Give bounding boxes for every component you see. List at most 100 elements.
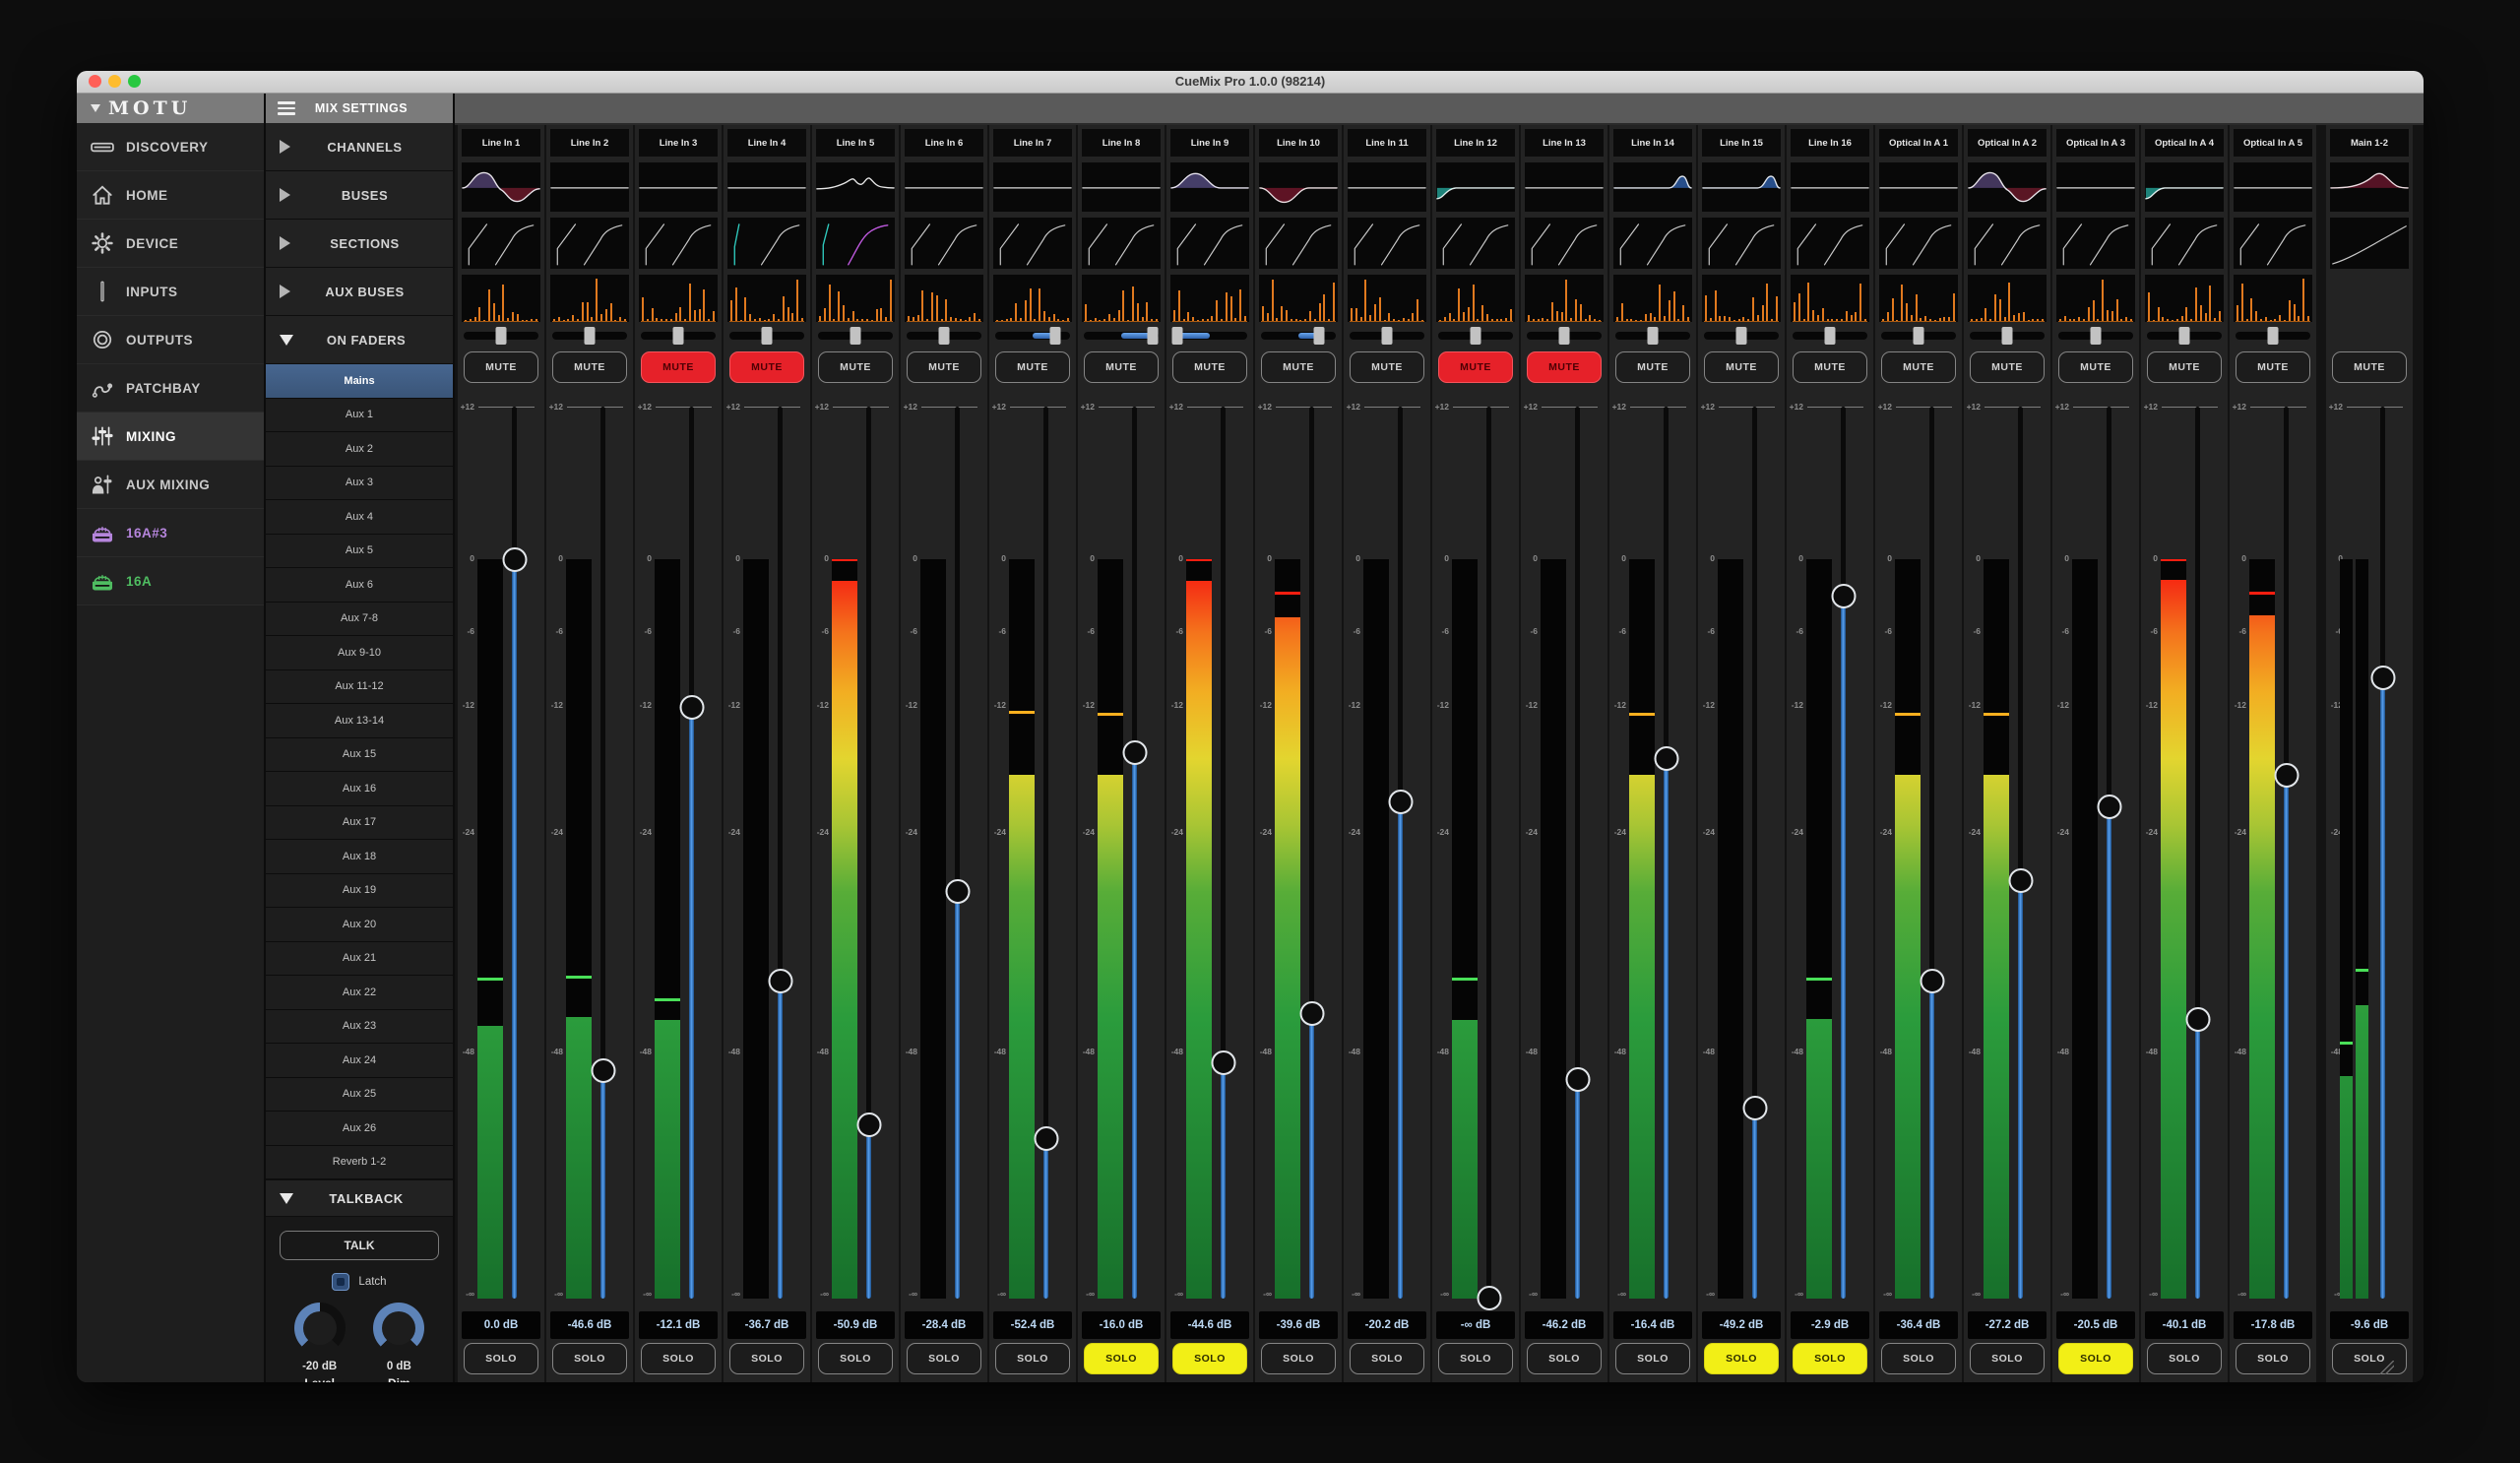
fader-track[interactable]: [1752, 407, 1757, 1299]
mute-button[interactable]: MUTE: [1615, 351, 1690, 383]
eq-curve-display[interactable]: [1436, 162, 1515, 212]
fader-track[interactable]: [512, 407, 517, 1299]
spectrum-display[interactable]: [1170, 275, 1249, 322]
fader-track[interactable]: [1841, 407, 1846, 1299]
dynamics-curve-display[interactable]: [462, 218, 540, 269]
fader-list-item[interactable]: Aux 13-14: [266, 704, 453, 738]
solo-button[interactable]: SOLO: [1881, 1343, 1956, 1374]
solo-button[interactable]: SOLO: [1527, 1343, 1602, 1374]
pan-handle[interactable]: [1559, 327, 1570, 345]
section-on-faders[interactable]: ON FADERS: [266, 316, 453, 364]
fader-track[interactable]: [1221, 407, 1226, 1299]
talkback-section-header[interactable]: TALKBACK: [266, 1179, 453, 1217]
dynamics-curve-display[interactable]: [1879, 218, 1958, 269]
fader-list-item[interactable]: Aux 5: [266, 535, 453, 569]
mute-button[interactable]: MUTE: [2147, 351, 2222, 383]
eq-curve-display[interactable]: [905, 162, 983, 212]
mute-button[interactable]: MUTE: [1438, 351, 1513, 383]
talk-button[interactable]: TALK: [280, 1231, 439, 1260]
fader-knob[interactable]: [2097, 795, 2121, 819]
dynamics-curve-display[interactable]: [2145, 218, 2224, 269]
mute-button[interactable]: MUTE: [1261, 351, 1336, 383]
dynamics-curve-display[interactable]: [1525, 218, 1604, 269]
level-knob[interactable]: [294, 1303, 346, 1354]
dynamics-curve-display[interactable]: [550, 218, 629, 269]
fader-track[interactable]: [778, 407, 783, 1299]
eq-curve-display[interactable]: [1613, 162, 1692, 212]
sidebar-item-aux-mixing[interactable]: AUX MIXING: [77, 461, 264, 509]
dynamics-curve-display[interactable]: [1259, 218, 1338, 269]
fader-knob[interactable]: [2370, 666, 2395, 690]
fader-knob[interactable]: [2274, 763, 2299, 788]
spectrum-display[interactable]: [1702, 275, 1781, 322]
section-aux-buses[interactable]: AUX BUSES: [266, 268, 453, 316]
section-sections[interactable]: SECTIONS: [266, 220, 453, 268]
fader-list-item[interactable]: Aux 4: [266, 500, 453, 535]
fader-track[interactable]: [689, 407, 694, 1299]
dynamics-curve-display[interactable]: [2234, 218, 2312, 269]
eq-curve-display[interactable]: [993, 162, 1072, 212]
fader-list-item[interactable]: Aux 20: [266, 908, 453, 942]
pan-handle[interactable]: [1648, 327, 1659, 345]
fader-knob[interactable]: [1034, 1126, 1058, 1151]
zoom-button[interactable]: [128, 75, 141, 88]
dynamics-curve-display[interactable]: [1968, 218, 2047, 269]
mute-button[interactable]: MUTE: [907, 351, 981, 383]
fader-list-item[interactable]: Aux 24: [266, 1044, 453, 1078]
solo-button[interactable]: SOLO: [907, 1343, 981, 1374]
sidebar-item-device[interactable]: DEVICE: [77, 220, 264, 268]
fader-list-item[interactable]: Aux 2: [266, 432, 453, 467]
fader-list-item[interactable]: Aux 17: [266, 806, 453, 841]
dynamics-curve-display[interactable]: [727, 218, 806, 269]
fader-list-item[interactable]: Aux 15: [266, 738, 453, 773]
eq-curve-display[interactable]: [2056, 162, 2135, 212]
fader-list-item[interactable]: Reverb 1-2: [266, 1146, 453, 1180]
close-button[interactable]: [89, 75, 101, 88]
pan-handle[interactable]: [1736, 327, 1747, 345]
sidebar-item-home[interactable]: HOME: [77, 171, 264, 220]
solo-button[interactable]: SOLO: [729, 1343, 804, 1374]
pan-handle[interactable]: [762, 327, 773, 345]
mute-button[interactable]: MUTE: [1793, 351, 1867, 383]
sidebar-item-discovery[interactable]: DISCOVERY: [77, 123, 264, 171]
resize-grip[interactable]: [2380, 1361, 2394, 1374]
fader-list-item[interactable]: Aux 21: [266, 942, 453, 977]
fader-knob[interactable]: [2185, 1007, 2210, 1032]
dynamics-curve-display[interactable]: [993, 218, 1072, 269]
dynamics-curve-display[interactable]: [1170, 218, 1249, 269]
dynamics-curve-display[interactable]: [1082, 218, 1161, 269]
fader-knob[interactable]: [1299, 1001, 1324, 1026]
fader-track[interactable]: [955, 407, 960, 1299]
mute-button[interactable]: MUTE: [1970, 351, 2045, 383]
mute-button[interactable]: MUTE: [1704, 351, 1779, 383]
pan-handle[interactable]: [1382, 327, 1393, 345]
mute-button[interactable]: MUTE: [995, 351, 1070, 383]
fader-knob[interactable]: [1920, 969, 1944, 993]
spectrum-display[interactable]: [1348, 275, 1426, 322]
pan-handle[interactable]: [673, 327, 684, 345]
pan-handle[interactable]: [496, 327, 507, 345]
minimize-button[interactable]: [108, 75, 121, 88]
solo-button[interactable]: SOLO: [464, 1343, 538, 1374]
mute-button[interactable]: MUTE: [552, 351, 627, 383]
fader-track[interactable]: [1132, 407, 1137, 1299]
solo-button[interactable]: SOLO: [995, 1343, 1070, 1374]
fader-list-item[interactable]: Aux 25: [266, 1078, 453, 1113]
dynamics-curve-display[interactable]: [1791, 218, 1869, 269]
spectrum-display[interactable]: [1968, 275, 2047, 322]
pan-handle[interactable]: [1171, 327, 1182, 345]
mute-button[interactable]: MUTE: [2058, 351, 2133, 383]
sidebar-item-mixing[interactable]: MIXING: [77, 413, 264, 461]
eq-curve-display[interactable]: [639, 162, 718, 212]
fader-knob[interactable]: [591, 1058, 615, 1083]
pan-handle[interactable]: [1314, 327, 1325, 345]
spectrum-display[interactable]: [1259, 275, 1338, 322]
solo-button[interactable]: SOLO: [2332, 1343, 2407, 1374]
eq-curve-display[interactable]: [1348, 162, 1426, 212]
mute-button[interactable]: MUTE: [2332, 351, 2407, 383]
fader-track[interactable]: [1929, 407, 1934, 1299]
dynamics-curve-display[interactable]: [1348, 218, 1426, 269]
fader-knob[interactable]: [1654, 746, 1678, 771]
spectrum-display[interactable]: [727, 275, 806, 322]
mute-button[interactable]: MUTE: [1172, 351, 1247, 383]
